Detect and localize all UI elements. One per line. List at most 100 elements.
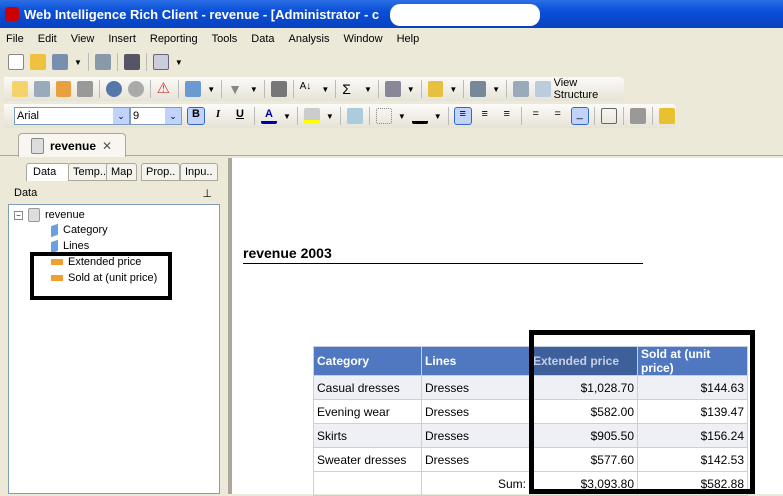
tree-item-dimension[interactable]: Lines (51, 239, 90, 253)
menu-tools[interactable]: Tools (212, 33, 238, 45)
filter-icon[interactable]: ▼ (228, 81, 244, 97)
menu-data[interactable]: Data (251, 33, 274, 45)
print-icon[interactable] (94, 54, 111, 70)
save-dropdown-icon[interactable]: ▼ (74, 58, 82, 67)
border-dropdown-icon[interactable]: ▼ (398, 112, 406, 121)
page-view-dropdown-icon[interactable]: ▼ (175, 58, 183, 67)
cell[interactable]: Dresses (421, 399, 530, 424)
collapse-icon[interactable]: − (14, 210, 23, 220)
align-icon[interactable] (470, 81, 487, 97)
cell[interactable] (313, 471, 422, 496)
cell[interactable]: Casual dresses (313, 375, 422, 400)
header-category[interactable]: Category (313, 346, 422, 376)
order-dropdown-icon[interactable]: ▼ (449, 85, 457, 94)
fill-color-icon[interactable] (303, 108, 320, 124)
window-title: Web Intelligence Rich Client - revenue -… (24, 6, 380, 22)
italic-button[interactable]: I (210, 108, 226, 124)
merge-cells-icon[interactable] (629, 108, 646, 124)
menu-insert[interactable]: Insert (108, 33, 136, 45)
view-structure-icon (534, 81, 551, 97)
view-structure-button[interactable]: View Structure (534, 77, 624, 101)
fill-color-dropdown-icon[interactable]: ▼ (326, 112, 334, 121)
formula-icon[interactable] (33, 81, 50, 97)
sum-icon[interactable]: Σ (342, 81, 358, 97)
menu-analysis[interactable]: Analysis (289, 33, 330, 45)
panel-header: Data ⊥ (8, 184, 218, 204)
cell[interactable]: Dresses (421, 447, 530, 472)
menu-view[interactable]: View (71, 33, 95, 45)
tree-root[interactable]: − revenue (14, 208, 85, 222)
bold-button[interactable]: B (187, 107, 205, 125)
find-icon[interactable] (123, 54, 140, 70)
align-dropdown-icon[interactable]: ▼ (492, 85, 500, 94)
chart-icon[interactable] (185, 81, 202, 97)
pin-icon[interactable]: ⊥ (202, 187, 212, 200)
cell[interactable]: Dresses (421, 375, 530, 400)
undo-icon[interactable] (106, 81, 122, 97)
cell[interactable]: Evening wear (313, 399, 422, 424)
align-middle-icon[interactable]: = (550, 108, 566, 124)
align-top-icon[interactable]: = (528, 108, 544, 124)
open-icon[interactable] (30, 54, 46, 70)
tab-label: revenue (50, 138, 97, 153)
tree-item-label: Lines (63, 240, 90, 252)
tree-item-dimension[interactable]: Category (51, 223, 108, 237)
merge-icon[interactable] (77, 81, 94, 97)
align-center-icon[interactable]: ≡ (477, 108, 493, 124)
order-icon[interactable] (427, 81, 444, 97)
warning-icon[interactable]: ⚠ (157, 81, 173, 97)
sort-dropdown-icon[interactable]: ▼ (321, 85, 329, 94)
menu-help[interactable]: Help (397, 33, 420, 45)
font-size-select[interactable]: 9 ⌄ (130, 107, 182, 125)
cell[interactable]: Dresses (421, 423, 530, 448)
menu-edit[interactable]: Edit (38, 33, 57, 45)
sum-label[interactable]: Sum: (421, 471, 530, 496)
header-lines[interactable]: Lines (421, 346, 530, 376)
filter-bar-icon[interactable] (12, 81, 28, 97)
font-color-button[interactable]: A (261, 108, 277, 124)
align-bottom-icon[interactable]: _ (570, 107, 589, 125)
menu-window[interactable]: Window (343, 33, 382, 45)
new-icon[interactable] (8, 54, 24, 70)
duplicate-icon[interactable] (513, 81, 529, 97)
chevron-down-icon[interactable]: ⌄ (113, 108, 129, 124)
format-painter-icon[interactable] (658, 108, 675, 124)
tab-properties[interactable]: Prop.. (141, 163, 181, 181)
chart-dropdown-icon[interactable]: ▼ (207, 85, 215, 94)
underline-button[interactable]: U (232, 108, 248, 124)
redo-icon[interactable] (127, 81, 144, 97)
font-name-select[interactable]: Arial ⌄ (14, 107, 130, 125)
page-view-icon[interactable] (152, 54, 169, 70)
variable-icon[interactable] (55, 81, 72, 97)
close-icon[interactable]: ✕ (102, 139, 112, 153)
tab-input-controls[interactable]: Inpu.. (180, 163, 218, 181)
cell[interactable]: Sweater dresses (313, 447, 422, 472)
break-icon[interactable] (270, 81, 287, 97)
document-icon (31, 137, 44, 154)
font-color-dropdown-icon[interactable]: ▼ (283, 112, 291, 121)
menu-reporting[interactable]: Reporting (150, 33, 198, 45)
align-left-icon[interactable]: ≡ (453, 107, 472, 125)
app-icon (5, 7, 19, 21)
chevron-down-icon[interactable]: ⌄ (165, 108, 181, 124)
menu-file[interactable]: File (6, 33, 24, 45)
section-dropdown-icon[interactable]: ▼ (407, 85, 415, 94)
tab-revenue[interactable]: revenue ✕ (18, 133, 126, 157)
border-color-icon[interactable] (411, 108, 428, 124)
border-icon[interactable] (375, 108, 392, 124)
filter-dropdown-icon[interactable]: ▼ (250, 85, 258, 94)
tab-map[interactable]: Map (106, 163, 138, 181)
tab-templates[interactable]: Temp.. (68, 163, 112, 181)
border-color-dropdown-icon[interactable]: ▼ (434, 112, 442, 121)
report-title[interactable]: revenue 2003 (243, 245, 643, 264)
background-image-icon[interactable] (346, 108, 363, 124)
tab-data[interactable]: Data (26, 163, 70, 181)
cell[interactable]: Skirts (313, 423, 422, 448)
font-name-value: Arial (17, 110, 40, 122)
wrap-text-icon[interactable] (600, 108, 617, 124)
save-icon[interactable] (52, 54, 68, 70)
section-icon[interactable] (384, 81, 401, 97)
align-right-icon[interactable]: ≡ (499, 108, 515, 124)
sum-dropdown-icon[interactable]: ▼ (364, 85, 372, 94)
sort-icon[interactable]: A↓ (300, 81, 316, 97)
